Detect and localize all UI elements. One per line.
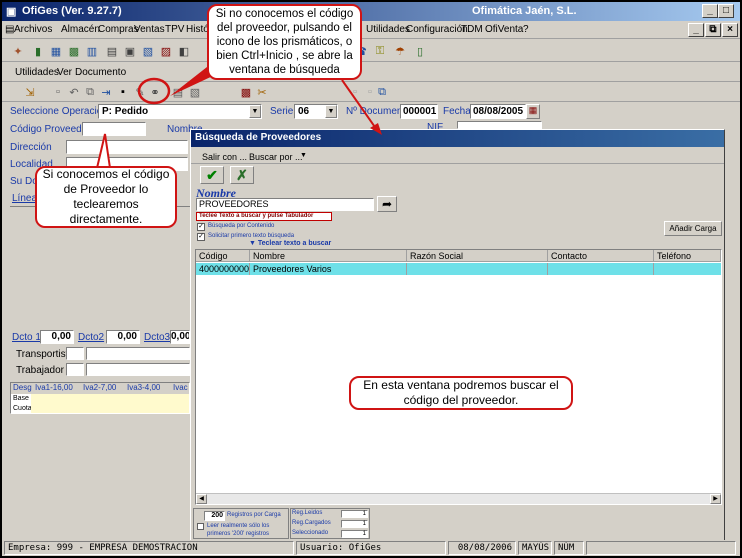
callout-left: Si conocemos el código de Proveedor lo t… xyxy=(35,166,177,228)
arrow-to-dialog xyxy=(341,79,378,131)
callout-bottom: En esta ventana podremos buscar el códig… xyxy=(349,376,573,410)
callout-top: Si no conocemos el código del proveedor,… xyxy=(207,4,362,80)
status-num: NÚM xyxy=(554,541,584,555)
status-usuario: Usuario: OfiGes xyxy=(296,541,446,555)
binoculars-highlight xyxy=(137,77,171,105)
status-fecha: 08/08/2006 xyxy=(448,541,516,555)
app-window: ▣ OfiGes (Ver. 9.27.7) Ofimática Jaén, S… xyxy=(2,2,740,556)
status-mayus: MAYÚS xyxy=(518,541,552,555)
annotation-arrows xyxy=(95,67,382,169)
status-bar: Empresa: 999 - EMPRESA DEMOSTRACION Usua… xyxy=(2,540,740,556)
arrow-head xyxy=(370,123,382,135)
callout-left-pointer xyxy=(95,133,112,169)
status-empresa: Empresa: 999 - EMPRESA DEMOSTRACION xyxy=(4,541,294,555)
status-empty xyxy=(586,541,736,555)
